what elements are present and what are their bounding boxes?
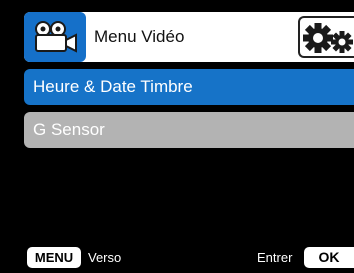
menu-key[interactable]: MENU — [27, 247, 81, 268]
menu-item-label: Heure & Date Timbre — [33, 77, 193, 96]
menu-item-time-date-stamp[interactable]: Heure & Date Timbre — [24, 69, 354, 105]
menu-item-g-sensor[interactable]: G Sensor — [24, 112, 354, 148]
dashcam-screen: Menu Vidéo Heure & Date Timbre G Sensor … — [0, 0, 354, 273]
back-label: Verso — [88, 250, 122, 265]
video-mode-tile — [24, 12, 86, 62]
gear-icon — [303, 23, 353, 53]
settings-tab[interactable] — [298, 16, 354, 58]
page-title: Menu Vidéo — [94, 27, 185, 46]
menu-item-label: G Sensor — [33, 120, 105, 139]
video-camera-icon — [35, 21, 77, 53]
menu-header: Menu Vidéo — [24, 12, 354, 62]
ok-key[interactable]: OK — [304, 247, 354, 268]
enter-label: Entrer — [257, 250, 293, 265]
